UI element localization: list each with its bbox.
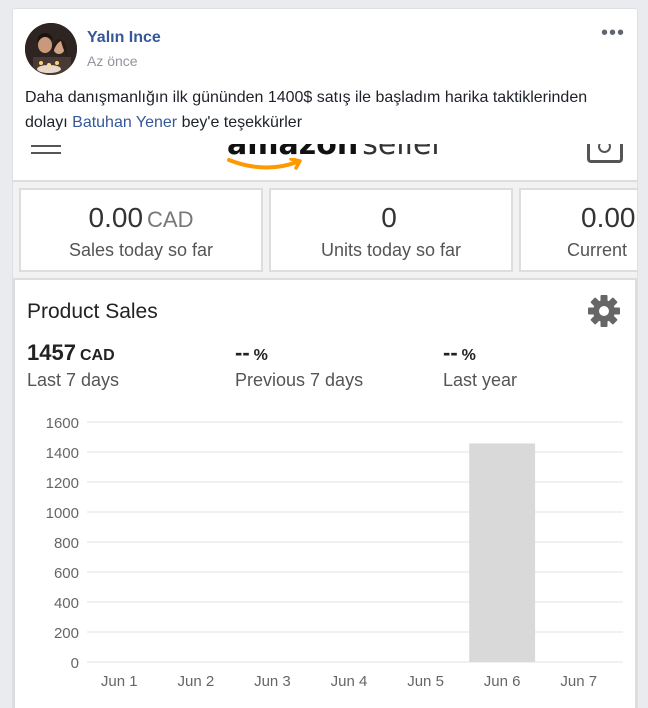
- metric-number: 0: [381, 202, 397, 233]
- y-tick-label: 1000: [46, 505, 79, 522]
- y-tick-label: 200: [54, 625, 79, 642]
- x-tick-label: Jun 5: [407, 673, 444, 690]
- stat-number: --: [443, 340, 458, 365]
- more-options-icon[interactable]: •••: [601, 23, 625, 43]
- x-tick-label: Jun 1: [101, 673, 138, 690]
- stat-label: Previous 7 days: [235, 370, 364, 390]
- hamburger-menu-icon: [31, 145, 61, 163]
- metric-value: 0.00: [581, 202, 637, 234]
- metric-label: Current: [567, 240, 628, 260]
- metric-number: 0.00: [88, 202, 144, 233]
- stat-label: Last 7 days: [27, 370, 120, 390]
- amazon-smile-icon: [227, 158, 302, 170]
- y-tick-label: 1600: [46, 415, 79, 432]
- y-tick-label: 600: [54, 565, 79, 582]
- y-tick-label: 800: [54, 535, 79, 552]
- y-tick-label: 400: [54, 595, 79, 612]
- seller-screenshot-image[interactable]: amazon seller 0.00 CAD Sales today so far …: [13, 144, 637, 708]
- stat-value: --%: [443, 340, 517, 366]
- gear-icon: [588, 295, 620, 327]
- stat-label: Last year: [443, 370, 518, 390]
- x-tick-label: Jun 6: [484, 673, 521, 690]
- x-tick-label: Jun 2: [178, 673, 215, 690]
- metric-label: Sales today so far: [68, 240, 214, 260]
- product-sales-title: Product Sales: [27, 300, 158, 323]
- product-sales-card: Product Sales 1457 CAD Last 7 days -- % …: [13, 278, 637, 708]
- metric-number: 0.00: [581, 202, 636, 233]
- stat-unit: %: [461, 347, 476, 364]
- metric-value: 0.00 CAD: [21, 202, 261, 234]
- author-name[interactable]: Yalın Ince: [87, 29, 161, 47]
- stat-value: 1457 CAD: [27, 340, 119, 366]
- post-timestamp[interactable]: Az önce: [87, 53, 138, 69]
- y-tick-label: 1200: [46, 475, 79, 492]
- metric-value: 0: [271, 202, 511, 234]
- stat-last-7-days: 1457 CAD Last 7 days: [27, 340, 119, 391]
- facebook-post: Yalın Ince Az önce ••• Daha danışmanlığı…: [12, 8, 638, 708]
- camera-icon: [587, 144, 623, 163]
- post-text: Daha danışmanlığın ilk gününden 1400$ sa…: [25, 85, 625, 135]
- metric-units-today: 0 Units today so far: [269, 188, 513, 272]
- brand-suffix: seller: [362, 144, 444, 162]
- stat-previous-7-days: --% Previous 7 days: [235, 340, 363, 391]
- x-tick-label: Jun 7: [560, 673, 597, 690]
- metric-unit: CAD: [147, 207, 194, 232]
- bar: [469, 443, 536, 662]
- stat-number: 1457: [27, 340, 76, 365]
- metric-label: Units today so far: [320, 240, 462, 260]
- product-sales-chart: 1600 1400 1200 1000 800 600 400 200 0 Jun 1 Jun 2 J…: [46, 415, 623, 690]
- y-tick-label: 1400: [46, 445, 79, 462]
- mention-link[interactable]: Batuhan Yener: [72, 114, 177, 131]
- stat-last-year: --% Last year: [443, 340, 517, 391]
- metric-current: 0.00 Current: [519, 188, 637, 272]
- stat-unit: %: [253, 347, 268, 364]
- stat-unit: CAD: [79, 347, 115, 364]
- stat-value: --%: [235, 340, 363, 366]
- post-header: Yalın Ince Az önce •••: [25, 23, 625, 75]
- y-tick-label: 0: [71, 655, 79, 672]
- x-tick-label: Jun 4: [331, 673, 368, 690]
- author-avatar[interactable]: [25, 23, 77, 75]
- stat-number: --: [235, 340, 250, 365]
- x-tick-label: Jun 3: [254, 673, 291, 690]
- metric-sales-today: 0.00 CAD Sales today so far: [19, 188, 263, 272]
- seller-topbar: amazon seller: [13, 144, 637, 182]
- post-text-end: bey'e teşekkürler: [177, 114, 303, 131]
